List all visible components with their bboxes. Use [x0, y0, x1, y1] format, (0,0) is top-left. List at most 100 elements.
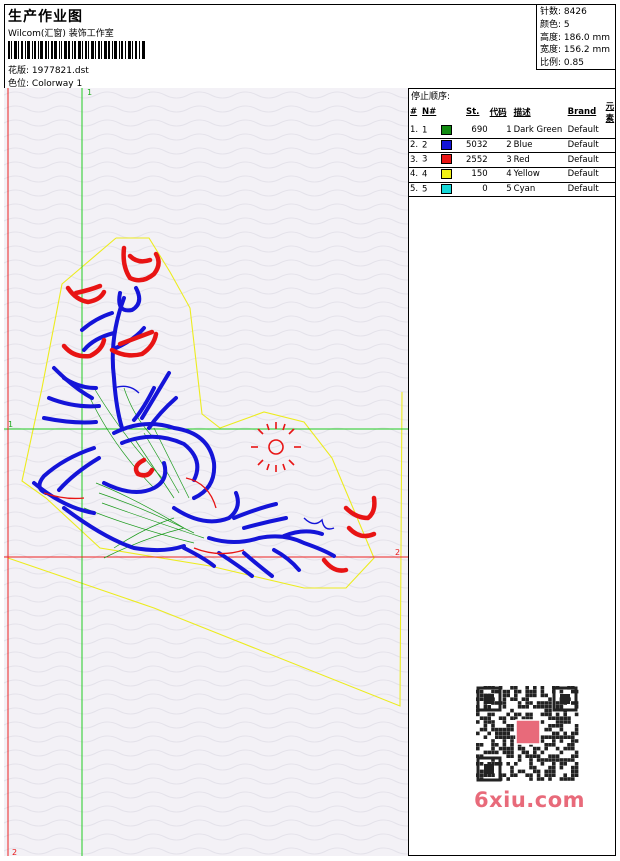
qr-module: [502, 716, 507, 720]
qr-module: [574, 712, 579, 717]
qr-module: [571, 735, 575, 739]
qr-module: [498, 746, 503, 751]
qr-module: [483, 735, 488, 739]
qr-module: [559, 689, 564, 694]
qr-module: [476, 743, 480, 747]
design-canvas[interactable]: 1 1 2 2: [4, 88, 409, 856]
qr-module: [525, 701, 529, 705]
qr-module: [544, 743, 548, 747]
qr-module: [544, 708, 548, 713]
row-needle-text: 1: [422, 125, 428, 136]
qr-module: [487, 731, 491, 736]
qr-module: [525, 689, 529, 694]
qr-module: [491, 724, 495, 728]
row-code-text: 2: [506, 140, 512, 151]
design-height: 高度: 186.0 mm: [540, 32, 611, 43]
design-width: 宽度: 156.2 mm: [540, 45, 611, 56]
qr-module: [536, 773, 541, 777]
qr-module: [506, 746, 510, 751]
qr-module: [555, 724, 560, 728]
qr-module: [495, 701, 499, 705]
color-row[interactable]: 5. 5 0 5 Cyan Default: [409, 182, 616, 195]
qr-module: [506, 777, 510, 781]
qr-module: [552, 731, 556, 736]
qr-module: [502, 746, 507, 751]
qr-module: [498, 727, 503, 732]
row-element: [605, 168, 616, 181]
color-row[interactable]: 3. 3 2552 3 Red Default: [409, 153, 616, 166]
qr-module: [536, 705, 541, 709]
qr-module: [502, 750, 507, 755]
row-element: [605, 182, 616, 195]
qr-module: [548, 724, 552, 728]
qr-module: [498, 731, 503, 736]
color-swatch: [441, 183, 453, 194]
qr-module: [517, 705, 522, 709]
qr-module: [571, 758, 575, 762]
qr-module: [476, 720, 480, 724]
qr-module: [540, 693, 545, 698]
qr-module: [502, 731, 507, 736]
stitch-count: 针数: 8426: [540, 7, 587, 17]
qr-module: [517, 758, 522, 762]
qr-module: [510, 743, 514, 747]
row-index: 5.: [409, 182, 421, 195]
row-stitches-text: 690: [471, 125, 488, 136]
row-code-text: 4: [506, 169, 512, 180]
row-code-text: 3: [506, 154, 512, 165]
qr-module: [510, 750, 514, 755]
pattern-file-row: 花版: 1977821.dst: [8, 63, 89, 76]
qr-module: [559, 762, 564, 766]
qr-module: [517, 746, 522, 751]
color-row[interactable]: 2. 2 5032 2 Blue Default: [409, 138, 616, 151]
qr-module: [479, 773, 484, 777]
row-index-text: 2.: [410, 140, 419, 151]
qr-module: [483, 705, 488, 709]
row-needle: 2: [421, 138, 465, 151]
embroidery-preview: [4, 88, 408, 856]
qr-module: [540, 739, 545, 743]
qr-module: [574, 731, 579, 736]
qr-module: [567, 716, 571, 720]
qr-module: [510, 716, 514, 720]
guide-mark-bottom: 2: [12, 848, 18, 856]
row-description: Red: [513, 153, 567, 166]
qr-module: [548, 773, 552, 777]
qr-module: [529, 758, 533, 762]
qr-module: [540, 762, 545, 766]
row-description-text: Cyan: [513, 184, 536, 195]
qr-module: [567, 743, 571, 747]
qr-module: [563, 762, 567, 766]
studio-name: Wilcom(汇窗) 装饰工作室: [8, 29, 114, 39]
qr-module: [548, 697, 552, 701]
qr-module: [540, 686, 545, 690]
color-row[interactable]: 4. 4 150 4 Yellow Default: [409, 168, 616, 181]
row-index-text: 3.: [410, 154, 419, 165]
row-code: 1: [489, 124, 513, 137]
qr-module: [548, 758, 552, 762]
qr-module: [521, 769, 526, 774]
qr-module: [544, 705, 548, 709]
qr-seal: [515, 719, 541, 745]
row-stitches-text: 2552: [466, 154, 488, 165]
qr-module: [529, 712, 533, 717]
qr-module: [548, 716, 552, 720]
qr-module: [548, 708, 552, 713]
qr-module: [483, 727, 488, 732]
color-row[interactable]: 1. 1 690 1 Dark Green Default: [409, 124, 616, 137]
row-description: Cyan: [513, 182, 567, 195]
row-index-text: 1.: [410, 125, 419, 136]
qr-module: [552, 743, 556, 747]
qr-code[interactable]: [472, 684, 582, 784]
color-swatch: [441, 125, 453, 136]
qr-module: [514, 762, 518, 766]
row-index-text: 5.: [410, 184, 419, 195]
qr-module: [552, 716, 556, 720]
col-code: 代码: [489, 108, 507, 118]
guide-mark-right: 2: [395, 548, 401, 557]
qr-module: [548, 727, 552, 732]
qr-module: [502, 743, 507, 747]
qr-module: [479, 762, 484, 766]
row-code: 3: [489, 153, 513, 166]
qr-module: [571, 769, 575, 774]
